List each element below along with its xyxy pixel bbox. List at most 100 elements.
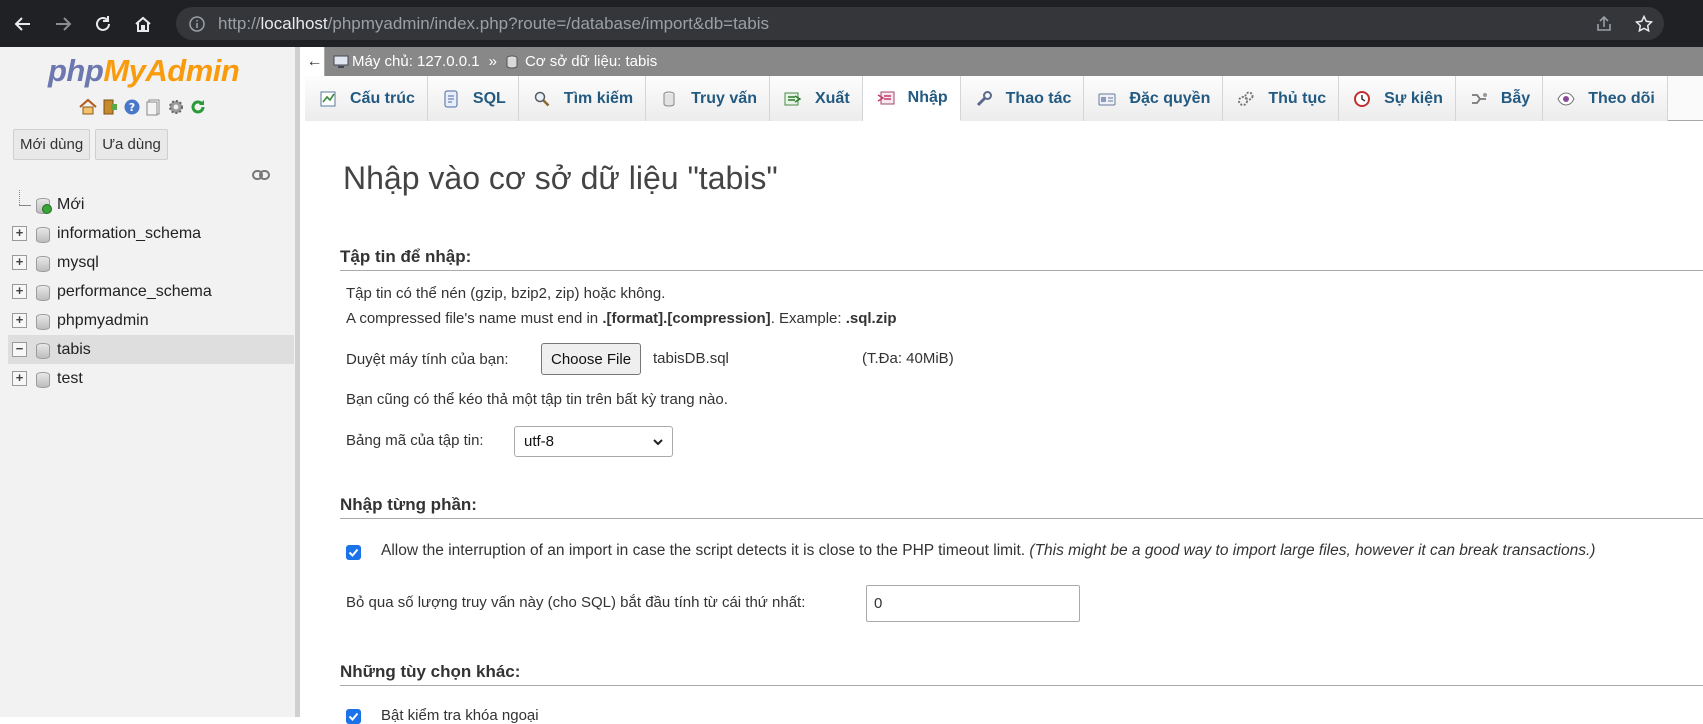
breadcrumb-database[interactable]: Cơ sở dữ liệu: tabis <box>506 53 657 70</box>
tree-item-tabis[interactable]: − tabis <box>8 335 294 364</box>
tab-tracking[interactable]: Theo dõi <box>1543 76 1668 121</box>
tab-label: Thủ tục <box>1268 89 1327 107</box>
breadcrumb-server-label[interactable]: Máy chủ: 127.0.0.1 <box>352 53 480 70</box>
tab-label: Theo dõi <box>1588 89 1655 107</box>
tab-label: SQL <box>472 89 506 107</box>
expand-icon[interactable]: + <box>12 284 27 299</box>
help-icon[interactable]: ? <box>122 97 141 116</box>
tab-label: Thao tác <box>1005 89 1072 107</box>
tab-label: Cấu trúc <box>350 89 415 107</box>
forward-icon[interactable] <box>46 7 80 41</box>
expand-icon[interactable]: + <box>12 371 27 386</box>
site-info-icon[interactable] <box>188 15 206 33</box>
tree-item-information-schema[interactable]: + information_schema <box>8 219 294 248</box>
skip-queries-input[interactable]: 0 <box>866 585 1080 622</box>
tab-events[interactable]: Sự kiện <box>1339 76 1456 121</box>
search-icon <box>532 89 552 109</box>
breadcrumb-server[interactable]: Máy chủ: 127.0.0.1 <box>333 53 480 70</box>
home-icon[interactable] <box>126 7 160 41</box>
settings-gear-icon[interactable] <box>166 97 185 116</box>
selected-file-name: tabisDB.sql <box>653 350 729 367</box>
back-icon[interactable] <box>6 7 40 41</box>
navigation-panel: phpMyAdmin ? Mới dùng Ưa dùng Mới + info… <box>0 47 300 717</box>
database-icon <box>506 55 522 69</box>
routines-icon <box>1236 89 1256 109</box>
partial-section-heading: Nhập từng phần: <box>340 495 1703 519</box>
tree-item-label[interactable]: Mới <box>57 196 84 214</box>
tab-import[interactable]: Nhập <box>862 76 961 121</box>
tab-structure[interactable]: Cấu trúc <box>305 76 428 121</box>
tab-privileges[interactable]: Đặc quyền <box>1084 76 1224 121</box>
tab-label: Đặc quyền <box>1129 89 1211 107</box>
clock-icon <box>1352 89 1372 109</box>
database-icon <box>35 313 50 330</box>
tree-item-performance-schema[interactable]: + performance_schema <box>8 277 294 306</box>
home-icon[interactable] <box>78 97 97 116</box>
skip-queries-label: Bỏ qua số lượng truy vấn này (cho SQL) b… <box>346 594 806 611</box>
database-icon <box>35 342 50 359</box>
tab-query[interactable]: Truy vấn <box>646 76 770 121</box>
compress-note: Tập tin có thể nén (gzip, bzip2, zip) ho… <box>346 285 666 302</box>
tree-item-mysql[interactable]: + mysql <box>8 248 294 277</box>
tab-operations[interactable]: Thao tác <box>960 76 1085 121</box>
database-icon <box>35 284 50 301</box>
recent-tables-button[interactable]: Mới dùng <box>13 129 91 160</box>
phpmyadmin-logo[interactable]: phpMyAdmin <box>48 53 240 89</box>
tree-item-label[interactable]: phpmyadmin <box>57 312 149 330</box>
share-icon[interactable] <box>1584 15 1624 33</box>
sql-icon <box>441 89 461 109</box>
tab-label: Sự kiện <box>1384 89 1443 107</box>
tree-item-new[interactable]: Mới <box>8 190 294 219</box>
breadcrumb-database-label[interactable]: Cơ sở dữ liệu: tabis <box>525 53 657 70</box>
database-tree: Mới + information_schema + mysql + perfo… <box>8 190 294 393</box>
tab-routines[interactable]: Thủ tục <box>1223 76 1340 121</box>
tree-item-test[interactable]: + test <box>8 364 294 393</box>
choose-file-button[interactable]: Choose File <box>541 343 642 375</box>
tab-triggers[interactable]: Bẫy <box>1455 76 1544 121</box>
svg-text:?: ? <box>128 101 134 114</box>
tab-sql[interactable]: SQL <box>427 76 519 121</box>
tab-label: Nhập <box>907 89 948 106</box>
link-with-main-panel-icon[interactable] <box>252 168 270 180</box>
tab-search[interactable]: Tìm kiếm <box>518 76 647 121</box>
structure-icon <box>318 89 338 109</box>
address-bar[interactable]: http://localhost/phpmyadmin/index.php?ro… <box>176 7 1664 40</box>
tab-label: Bẫy <box>1500 89 1531 107</box>
url-text: http://localhost/phpmyadmin/index.php?ro… <box>218 13 769 33</box>
quick-links: ? <box>78 97 207 116</box>
allow-interrupt-checkbox[interactable] <box>346 545 361 560</box>
expand-icon[interactable]: + <box>12 226 27 241</box>
favorite-tables-button[interactable]: Ưa dùng <box>95 129 168 160</box>
reload-navigation-icon[interactable] <box>188 97 207 116</box>
tab-export[interactable]: Xuất <box>769 76 863 121</box>
collapse-panel-button[interactable]: ← <box>305 47 325 76</box>
privileges-icon <box>1097 89 1117 109</box>
expand-icon[interactable]: + <box>12 255 27 270</box>
tree-item-label[interactable]: performance_schema <box>57 283 212 301</box>
logout-icon[interactable] <box>100 97 119 116</box>
tree-item-label[interactable]: test <box>57 370 83 388</box>
other-options-heading: Những tùy chọn khác: <box>340 662 1703 686</box>
charset-select[interactable]: utf-8 <box>514 426 673 457</box>
tree-item-label[interactable]: information_schema <box>57 225 201 243</box>
tree-item-label[interactable]: mysql <box>57 254 99 272</box>
charset-label: Bảng mã của tập tin: <box>346 432 484 449</box>
database-icon <box>35 371 50 388</box>
tab-label: Xuất <box>814 89 850 107</box>
collapse-icon[interactable]: − <box>12 342 27 357</box>
tree-item-phpmyadmin[interactable]: + phpmyadmin <box>8 306 294 335</box>
tab-label: Truy vấn <box>691 89 757 107</box>
database-tabs: Cấu trúc SQL Tìm kiếm Truy vấn Xuất Nhập… <box>305 76 1703 121</box>
eye-icon <box>1556 89 1576 109</box>
documentation-icon[interactable] <box>144 97 163 116</box>
expand-icon[interactable]: + <box>12 313 27 328</box>
database-icon <box>35 255 50 272</box>
server-icon <box>333 55 349 69</box>
browse-label: Duyệt máy tính của bạn: <box>346 351 509 368</box>
tree-item-label[interactable]: tabis <box>57 341 91 359</box>
bookmark-star-icon[interactable] <box>1624 14 1664 33</box>
breadcrumb: ← Máy chủ: 127.0.0.1 » Cơ sở dữ liệu: ta… <box>305 47 1703 76</box>
chevron-down-icon <box>652 435 664 447</box>
foreign-key-checks-label: Bật kiểm tra khóa ngoại <box>381 707 539 724</box>
reload-icon[interactable] <box>86 7 120 41</box>
